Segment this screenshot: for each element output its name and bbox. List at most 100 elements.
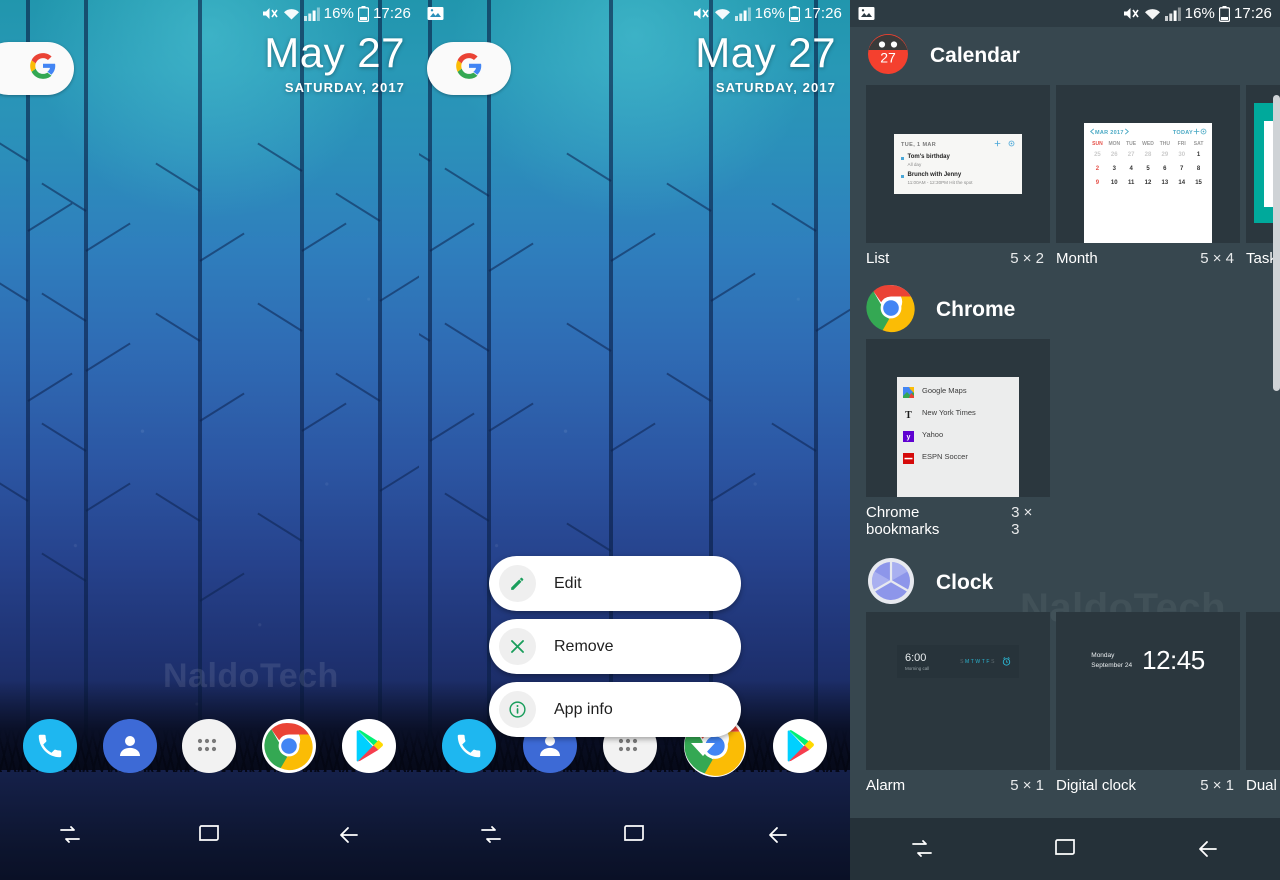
signal-icon (1164, 7, 1181, 21)
signal-icon (734, 7, 751, 21)
widget-row: TUE, 1 MAR Tom's birthday All day Brunch… (850, 85, 1280, 267)
date-widget[interactable]: May 27 SATURDAY, 2017 (695, 32, 836, 96)
bookmark-title: Google Maps (922, 386, 967, 395)
recents-icon[interactable] (40, 815, 100, 855)
preview-event: Tom's birthday All day (901, 154, 1015, 167)
home-icon[interactable] (1035, 829, 1095, 869)
digital-weekday: Monday (1091, 652, 1115, 660)
dock-icon-phone[interactable] (22, 719, 77, 773)
widget-list-scroll[interactable]: 27 Calendar TUE, 1 MAR Tom's birthday Al… (850, 27, 1280, 880)
day-cell: 30 (1178, 152, 1186, 158)
weekday-header: MON (1108, 141, 1121, 147)
widget-group-name: Calendar (930, 44, 1020, 67)
date-main: May 27 (264, 29, 405, 76)
back-icon[interactable] (319, 815, 379, 855)
day-cell: 10 (1110, 180, 1118, 186)
bookmark-title: Yahoo (922, 430, 944, 439)
dock-icon-contacts[interactable] (102, 719, 157, 773)
gear-icon (1200, 128, 1207, 137)
dock-icon-app-drawer[interactable] (182, 719, 237, 773)
widget-card-digital-clock[interactable]: Monday September 24 12:45 Digital clock … (1056, 612, 1240, 794)
recents-icon[interactable] (461, 815, 521, 855)
status-bar: 16% 17:26 (0, 0, 419, 27)
svg-text:y: y (907, 434, 911, 441)
dock-icon-play-store[interactable] (772, 719, 827, 773)
menu-item-app-info[interactable]: App info (489, 682, 741, 756)
widget-label: Dual (1246, 777, 1277, 794)
widget-preview: MAR 2017 TODAY SUN MON TUE WED THU FRI S… (1056, 85, 1240, 243)
nyt-icon: T (903, 407, 914, 421)
menu-item-remove[interactable]: Remove (489, 619, 741, 674)
day-cell: 1 (1196, 152, 1201, 158)
widget-group-header: 27 Calendar (850, 27, 1280, 85)
home-screen-panel-1: 16% 17:26 May 27 SATURDAY, 2017 NaldoTec… (0, 0, 419, 880)
status-bar: 16% 17:26 (850, 0, 1280, 27)
svg-text:T: T (905, 410, 912, 420)
wifi-icon (283, 7, 300, 21)
date-widget[interactable]: May 27 SATURDAY, 2017 (264, 29, 405, 96)
weekday-header: TUE (1126, 141, 1137, 147)
weekday-header: SAT (1193, 141, 1204, 147)
menu-item-label: App info (554, 700, 613, 718)
google-g-logo (455, 52, 483, 85)
yahoo-icon: y (903, 429, 914, 442)
day-cell: 29 (1161, 152, 1169, 158)
status-time: 17:26 (1233, 5, 1272, 22)
battery-icon (1218, 5, 1230, 22)
widget-group-header: Chrome (850, 281, 1280, 339)
google-search-widget[interactable] (427, 42, 511, 95)
day-cell: 11 (1127, 180, 1135, 186)
day-cell: 28 (1144, 152, 1152, 158)
day-cell: 9 (1095, 180, 1100, 186)
widget-size: 5 × 4 (1200, 250, 1234, 267)
digital-date: September 24 (1091, 661, 1133, 669)
widget-card-alarm[interactable]: 6:00 Morning call S M T W T F S Alarm 5 … (866, 612, 1050, 794)
preview-month-title: MAR 2017 (1095, 129, 1124, 136)
widget-preview: TUE, 1 MAR Tom's birthday All day Brunch… (866, 85, 1050, 243)
calendar-app-icon: 27 (866, 32, 910, 81)
dock-icon-chrome[interactable] (262, 719, 317, 773)
bookmark-item: Google Maps (903, 385, 1013, 398)
widget-card-chrome-bookmarks[interactable]: Google Maps T New York Times y Yahoo ESP… (866, 339, 1050, 538)
google-search-widget[interactable] (0, 42, 74, 95)
back-icon[interactable] (748, 815, 808, 855)
recents-icon[interactable] (892, 829, 952, 869)
day-cell: 12 (1144, 180, 1152, 186)
weekday-header: FRI (1177, 141, 1186, 147)
widget-size: 5 × 1 (1200, 777, 1234, 794)
battery-icon (357, 5, 369, 22)
dock-icon-play-store[interactable] (342, 719, 397, 773)
widget-card-dual[interactable]: Dual (1246, 612, 1280, 794)
status-time: 17:26 (803, 5, 842, 22)
weekday-header: WED (1142, 141, 1154, 147)
preview-today-label: TODAY (1172, 129, 1193, 136)
widget-group-calendar: 27 Calendar TUE, 1 MAR Tom's birthday Al… (850, 27, 1280, 275)
home-icon[interactable] (179, 815, 239, 855)
day-cell: 25 (1094, 152, 1101, 158)
calendar-list-preview: TUE, 1 MAR Tom's birthday All day Brunch… (894, 134, 1022, 194)
widget-preview (1246, 612, 1280, 770)
weekday-headers: SUN MON TUE WED THU FRI SAT (1089, 141, 1207, 147)
widget-card-month[interactable]: MAR 2017 TODAY SUN MON TUE WED THU FRI S… (1056, 85, 1240, 267)
menu-item-edit[interactable]: Edit (489, 556, 741, 611)
day-cell: 26 (1110, 152, 1118, 158)
widget-group-name: Chrome (936, 298, 1016, 321)
widget-group-header: Clock (850, 554, 1280, 612)
home-icon[interactable] (604, 815, 664, 855)
vertical-scrollbar[interactable] (1273, 95, 1280, 391)
widget-preview: 6:00 Morning call S M T W T F S (866, 612, 1050, 770)
widget-label: Chrome bookmarks (866, 504, 940, 538)
day-cell: 15 (1195, 180, 1202, 186)
widget-card-list[interactable]: TUE, 1 MAR Tom's birthday All day Brunch… (866, 85, 1050, 267)
widget-group-name: Clock (936, 571, 994, 594)
widget-label: Alarm (866, 777, 906, 794)
back-icon[interactable] (1178, 829, 1238, 869)
mute-icon (1123, 6, 1140, 21)
battery-percent: 16% (754, 5, 785, 22)
alarm-name: Morning call (905, 665, 930, 671)
signal-icon (303, 7, 320, 21)
bookmark-item: y Yahoo (903, 429, 1013, 442)
navigation-bar (0, 790, 419, 880)
chevron-right-icon (1124, 128, 1130, 137)
plus-icon (994, 140, 1001, 149)
